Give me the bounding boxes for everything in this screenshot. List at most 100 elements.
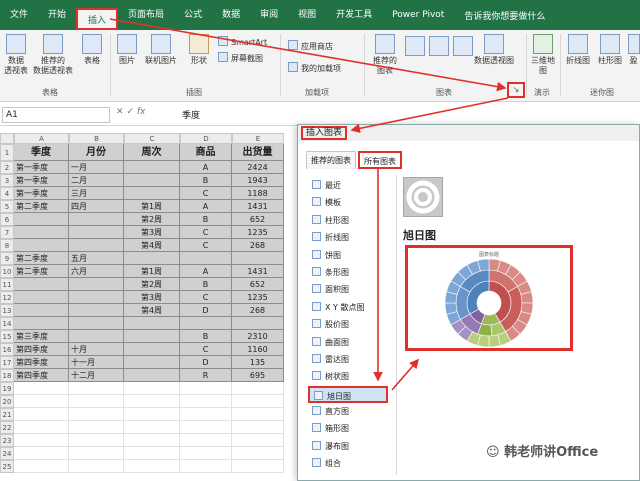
data-cell[interactable]: C: [180, 187, 232, 200]
chart-type-item[interactable]: 股价图: [308, 316, 388, 333]
data-cell[interactable]: B: [180, 213, 232, 226]
empty-cell[interactable]: [69, 447, 124, 460]
pivot-chart-button[interactable]: 数据透视图: [468, 34, 520, 66]
row-header[interactable]: 6: [0, 213, 14, 226]
data-cell[interactable]: 第三季度: [14, 330, 69, 343]
data-cell[interactable]: 695: [232, 369, 284, 382]
column-header[interactable]: D: [180, 133, 232, 144]
empty-cell[interactable]: [124, 382, 180, 395]
ribbon-tab[interactable]: Power Pivot: [382, 4, 454, 26]
data-cell[interactable]: C: [180, 343, 232, 356]
table-button[interactable]: 表格: [78, 34, 106, 66]
row-header[interactable]: 3: [0, 174, 14, 187]
chart-type-item[interactable]: 雷达图: [308, 351, 388, 368]
data-cell[interactable]: [14, 291, 69, 304]
data-cell[interactable]: [69, 317, 124, 330]
ribbon-tab[interactable]: 文件: [0, 4, 38, 26]
my-addins-button[interactable]: 我的加载项: [288, 62, 341, 74]
data-cell[interactable]: 第4周: [124, 239, 180, 252]
data-cell[interactable]: 652: [232, 278, 284, 291]
row-header[interactable]: 1: [0, 144, 14, 161]
shapes-button[interactable]: 形状: [184, 34, 214, 66]
empty-cell[interactable]: [232, 434, 284, 447]
data-cell[interactable]: [14, 304, 69, 317]
data-cell[interactable]: 二月: [69, 174, 124, 187]
data-cell[interactable]: [14, 213, 69, 226]
empty-cell[interactable]: [69, 408, 124, 421]
chart-type-item[interactable]: 条形图: [308, 264, 388, 281]
sparkline-line-button[interactable]: 折线图: [563, 34, 593, 66]
data-cell[interactable]: 第四季度: [14, 369, 69, 382]
data-cell[interactable]: 2310: [232, 330, 284, 343]
data-cell[interactable]: 第1周: [124, 265, 180, 278]
data-cell[interactable]: 第一季度: [14, 174, 69, 187]
data-cell[interactable]: 第一季度: [14, 187, 69, 200]
chart-type-item[interactable]: 旭日图: [308, 385, 388, 404]
empty-cell[interactable]: [124, 395, 180, 408]
data-cell[interactable]: [69, 291, 124, 304]
row-header[interactable]: 20: [0, 395, 14, 408]
empty-cell[interactable]: [232, 382, 284, 395]
chart-type-item[interactable]: 面积图: [308, 281, 388, 298]
3d-map-button[interactable]: 三维地 图: [528, 34, 558, 76]
data-cell[interactable]: 第二季度: [14, 265, 69, 278]
row-header[interactable]: 5: [0, 200, 14, 213]
ribbon-tab[interactable]: 开发工具: [326, 4, 382, 26]
empty-cell[interactable]: [14, 382, 69, 395]
row-header[interactable]: 17: [0, 356, 14, 369]
data-cell[interactable]: [124, 187, 180, 200]
empty-cell[interactable]: [180, 408, 232, 421]
chart-type-item[interactable]: 饼图: [308, 247, 388, 264]
empty-cell[interactable]: [14, 395, 69, 408]
data-cell[interactable]: A: [180, 200, 232, 213]
data-cell[interactable]: 135: [232, 356, 284, 369]
data-cell[interactable]: [69, 278, 124, 291]
row-header[interactable]: 25: [0, 460, 14, 473]
data-cell[interactable]: B: [180, 330, 232, 343]
data-cell[interactable]: [14, 317, 69, 330]
column-header[interactable]: B: [69, 133, 124, 144]
data-cell[interactable]: 第二季度: [14, 252, 69, 265]
header-cell[interactable]: 出货量: [232, 144, 284, 161]
data-cell[interactable]: 十月: [69, 343, 124, 356]
store-button[interactable]: 应用商店: [288, 40, 333, 52]
data-cell[interactable]: [232, 252, 284, 265]
row-header[interactable]: 21: [0, 408, 14, 421]
empty-cell[interactable]: [180, 382, 232, 395]
data-cell[interactable]: B: [180, 174, 232, 187]
row-header[interactable]: 18: [0, 369, 14, 382]
column-header[interactable]: A: [14, 133, 69, 144]
chart-type-item[interactable]: 柱形图: [308, 212, 388, 229]
data-cell[interactable]: 四月: [69, 200, 124, 213]
sunburst-variant-thumbnail[interactable]: [403, 177, 443, 217]
data-cell[interactable]: [232, 317, 284, 330]
empty-cell[interactable]: [69, 382, 124, 395]
tell-me-search[interactable]: 告诉我你想要做什么: [464, 9, 545, 22]
empty-cell[interactable]: [180, 434, 232, 447]
chart-type-item[interactable]: X Y 散点图: [308, 299, 388, 316]
chart-type-item[interactable]: 直方图: [308, 403, 388, 420]
empty-cell[interactable]: [14, 408, 69, 421]
data-cell[interactable]: [124, 252, 180, 265]
data-cell[interactable]: C: [180, 239, 232, 252]
ribbon-tab[interactable]: 公式: [174, 4, 212, 26]
chart-type-item[interactable]: 折线图: [308, 229, 388, 246]
chart-dialog-launcher[interactable]: ↘: [507, 82, 525, 98]
row-header[interactable]: 14: [0, 317, 14, 330]
data-cell[interactable]: A: [180, 161, 232, 174]
data-cell[interactable]: D: [180, 304, 232, 317]
data-cell[interactable]: 第四季度: [14, 356, 69, 369]
chart-type-item[interactable]: 最近: [308, 177, 388, 194]
data-cell[interactable]: 1431: [232, 265, 284, 278]
data-cell[interactable]: 1431: [232, 200, 284, 213]
data-cell[interactable]: [124, 174, 180, 187]
data-cell[interactable]: [14, 226, 69, 239]
data-cell[interactable]: [69, 213, 124, 226]
empty-cell[interactable]: [124, 408, 180, 421]
empty-cell[interactable]: [69, 434, 124, 447]
ribbon-tab[interactable]: 数据: [212, 4, 250, 26]
empty-cell[interactable]: [14, 447, 69, 460]
data-cell[interactable]: C: [180, 226, 232, 239]
data-cell[interactable]: 652: [232, 213, 284, 226]
chart-type-item[interactable]: 树状图: [308, 368, 388, 385]
